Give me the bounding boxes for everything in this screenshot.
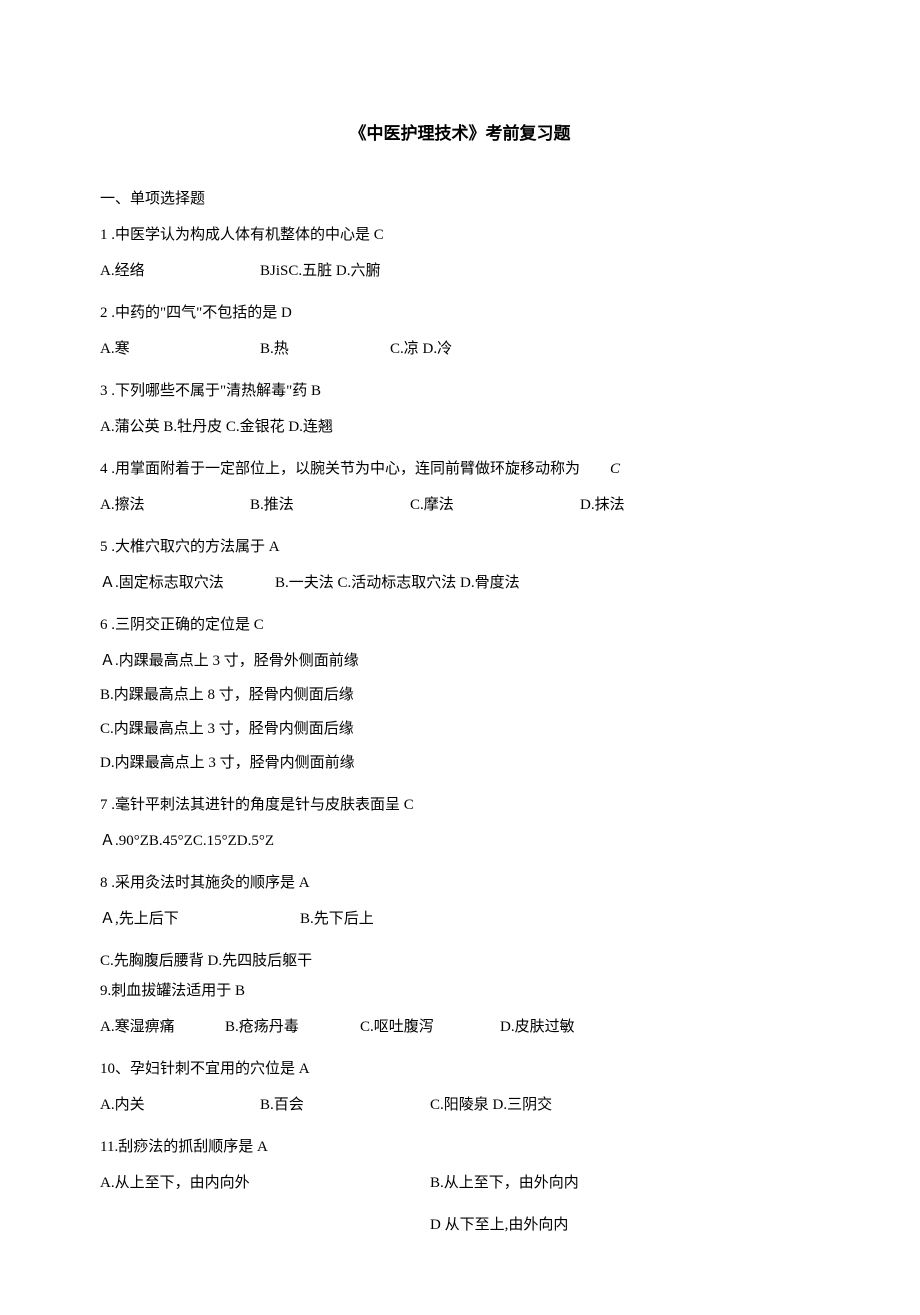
question-9: 9.刺血拔罐法适用于 B xyxy=(100,979,820,1003)
q9-opt-a: A.寒湿痹痛 xyxy=(100,1015,225,1039)
q8-opt-b: B.先下后上 xyxy=(300,907,374,931)
question-11: 11.刮痧法的抓刮顺序是 A xyxy=(100,1135,820,1159)
q2-opt-a: A.寒 xyxy=(100,337,260,361)
question-8: 8 .采用灸法时其施灸的顺序是 A xyxy=(100,871,820,895)
q5-options: Ａ.固定标志取穴法 B.一夫法 C.活动标志取穴法 D.骨度法 xyxy=(100,571,820,595)
section-header: 一、单项选择题 xyxy=(100,187,820,211)
question-4: 4 .用掌面附着于一定部位上，以腕关节为中心，连同前臂做环旋移动称为 C xyxy=(100,457,820,481)
q4-opt-c: C.摩法 xyxy=(410,493,580,517)
q11-opt-a: A.从上至下，由内向外 xyxy=(100,1171,430,1195)
question-6: 6 .三阴交正确的定位是 C xyxy=(100,613,820,637)
q11-options-row1: A.从上至下，由内向外 B.从上至下，由外向内 xyxy=(100,1171,820,1195)
question-7: 7 .毫针平刺法其进针的角度是针与皮肤表面呈 C xyxy=(100,793,820,817)
q6-opt-d: D.内踝最高点上 3 寸，胫骨内侧面前缘 xyxy=(100,751,820,775)
q9-opt-c: C.呕吐腹泻 xyxy=(360,1015,500,1039)
q4-opt-b: B.推法 xyxy=(250,493,410,517)
q4-answer: C xyxy=(610,457,620,481)
question-10: 10、孕妇针刺不宜用的穴位是 A xyxy=(100,1057,820,1081)
q8-options-row2: C.先胸腹后腰背 D.先四肢后躯干 xyxy=(100,949,820,973)
q9-opt-b: B.疮疡丹毒 xyxy=(225,1015,360,1039)
q11-opt-b: B.从上至下，由外向内 xyxy=(430,1171,579,1195)
q1-options: A.经络 BJiSC.五脏 D.六腑 xyxy=(100,259,820,283)
question-5: 5 .大椎穴取穴的方法属于 A xyxy=(100,535,820,559)
q1-opt-a: A.经络 xyxy=(100,259,260,283)
q2-options: A.寒 B.热 C.凉 D.冷 xyxy=(100,337,820,361)
q5-opt-rest: B.一夫法 C.活动标志取穴法 D.骨度法 xyxy=(275,571,520,595)
q11-options-row2: D 从下至上,由外向内 xyxy=(100,1213,820,1237)
q10-opt-a: A.内关 xyxy=(100,1093,260,1117)
q10-opt-b: B.百会 xyxy=(260,1093,430,1117)
question-1: 1 .中医学认为构成人体有机整体的中心是 C xyxy=(100,223,820,247)
q3-options: A.蒲公英 B.牡丹皮 C.金银花 D.连翘 xyxy=(100,415,820,439)
q2-opt-cd: C.凉 D.冷 xyxy=(390,337,452,361)
q11-opt-c-blank xyxy=(100,1213,430,1237)
q8-options-row1: Ａ,先上后下 B.先下后上 xyxy=(100,907,820,931)
q4-text: 4 .用掌面附着于一定部位上，以腕关节为中心，连同前臂做环旋移动称为 xyxy=(100,457,580,481)
question-2: 2 .中药的"四气"不包括的是 D xyxy=(100,301,820,325)
q10-opt-cd: C.阳陵泉 D.三阴交 xyxy=(430,1093,552,1117)
q6-opt-a: Ａ.内踝最高点上 3 寸，胫骨外侧面前缘 xyxy=(100,649,820,673)
q6-options: Ａ.内踝最高点上 3 寸，胫骨外侧面前缘 B.内踝最高点上 8 寸，胫骨内侧面后… xyxy=(100,649,820,775)
q6-opt-b: B.内踝最高点上 8 寸，胫骨内侧面后缘 xyxy=(100,683,820,707)
q10-options: A.内关 B.百会 C.阳陵泉 D.三阴交 xyxy=(100,1093,820,1117)
q4-opt-d: D.抹法 xyxy=(580,493,625,517)
page-title: 《中医护理技术》考前复习题 xyxy=(100,120,820,147)
q7-options: Ａ.90°ZB.45°ZC.15°ZD.5°Z xyxy=(100,829,820,853)
q2-opt-b: B.热 xyxy=(260,337,390,361)
q4-options: A.擦法 B.推法 C.摩法 D.抹法 xyxy=(100,493,820,517)
q11-opt-d: D 从下至上,由外向内 xyxy=(430,1213,568,1237)
q1-opt-rest: BJiSC.五脏 D.六腑 xyxy=(260,259,380,283)
q4-opt-a: A.擦法 xyxy=(100,493,250,517)
question-3: 3 .下列哪些不属于"清热解毒"药 B xyxy=(100,379,820,403)
q9-opt-d: D.皮肤过敏 xyxy=(500,1015,575,1039)
q8-opt-a: Ａ,先上后下 xyxy=(100,907,300,931)
q5-opt-a: Ａ.固定标志取穴法 xyxy=(100,571,275,595)
q9-options: A.寒湿痹痛 B.疮疡丹毒 C.呕吐腹泻 D.皮肤过敏 xyxy=(100,1015,820,1039)
q6-opt-c: C.内踝最高点上 3 寸，胫骨内侧面后缘 xyxy=(100,717,820,741)
